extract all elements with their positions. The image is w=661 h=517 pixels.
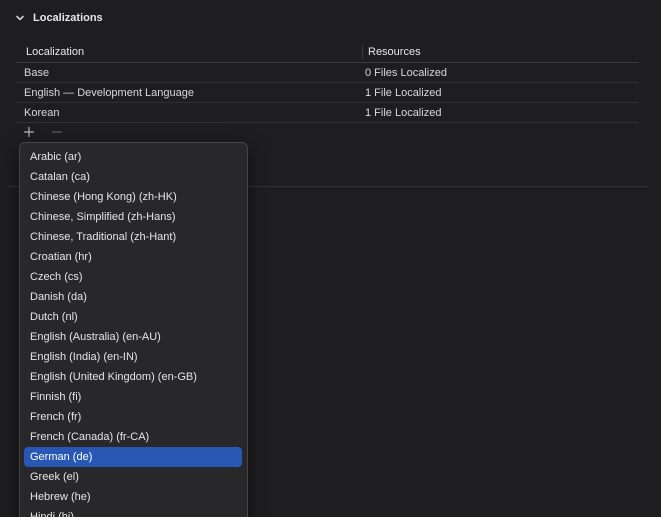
localization-cell: Base (24, 66, 50, 79)
add-remove-controls (22, 125, 64, 139)
menu-item[interactable]: English (Australia) (en-AU) (24, 327, 242, 347)
menu-item[interactable]: Finnish (fi) (24, 387, 242, 407)
table-header: Localization Resources (16, 42, 639, 63)
table-row[interactable]: Korean 1 File Localized (16, 103, 639, 123)
menu-item[interactable]: French (Canada) (fr-CA) (24, 427, 242, 447)
menu-item[interactable]: Danish (da) (24, 287, 242, 307)
resources-cell: 0 Files Localized (365, 66, 447, 79)
menu-item[interactable]: Chinese, Traditional (zh-Hant) (24, 227, 242, 247)
menu-item[interactable]: Greek (el) (24, 467, 242, 487)
resources-cell: 1 File Localized (365, 86, 442, 99)
language-menu[interactable]: Arabic (ar) Catalan (ca) Chinese (Hong K… (19, 142, 248, 517)
menu-item[interactable]: Hindi (hi) (24, 507, 242, 517)
menu-item[interactable]: Chinese (Hong Kong) (zh-HK) (24, 187, 242, 207)
resources-cell: 1 File Localized (365, 106, 442, 119)
menu-item[interactable]: English (United Kingdom) (en-GB) (24, 367, 242, 387)
localizations-section-header[interactable]: Localizations (14, 9, 103, 27)
plus-icon[interactable] (22, 125, 36, 139)
menu-item[interactable]: Hebrew (he) (24, 487, 242, 507)
menu-item[interactable]: Catalan (ca) (24, 167, 242, 187)
localizations-table: Localization Resources Base 0 Files Loca… (16, 42, 639, 123)
menu-item-selected[interactable]: German (de) (24, 447, 242, 467)
localizations-panel: Localizations Localization Resources Bas… (0, 0, 661, 517)
menu-item[interactable]: French (fr) (24, 407, 242, 427)
table-row[interactable]: Base 0 Files Localized (16, 63, 639, 83)
column-header-resources[interactable]: Resources (363, 45, 421, 59)
menu-item[interactable]: Croatian (hr) (24, 247, 242, 267)
chevron-down-icon[interactable] (14, 12, 26, 24)
menu-item[interactable]: Dutch (nl) (24, 307, 242, 327)
menu-item[interactable]: Czech (cs) (24, 267, 242, 287)
column-header-localization[interactable]: Localization (16, 45, 363, 59)
table-row[interactable]: English — Development Language 1 File Lo… (16, 83, 639, 103)
section-title: Localizations (33, 12, 103, 24)
menu-item[interactable]: Arabic (ar) (24, 147, 242, 167)
menu-item[interactable]: English (India) (en-IN) (24, 347, 242, 367)
localization-cell: English — Development Language (24, 86, 195, 99)
minus-icon[interactable] (50, 125, 64, 139)
localization-cell: Korean (24, 106, 60, 119)
menu-item[interactable]: Chinese, Simplified (zh-Hans) (24, 207, 242, 227)
